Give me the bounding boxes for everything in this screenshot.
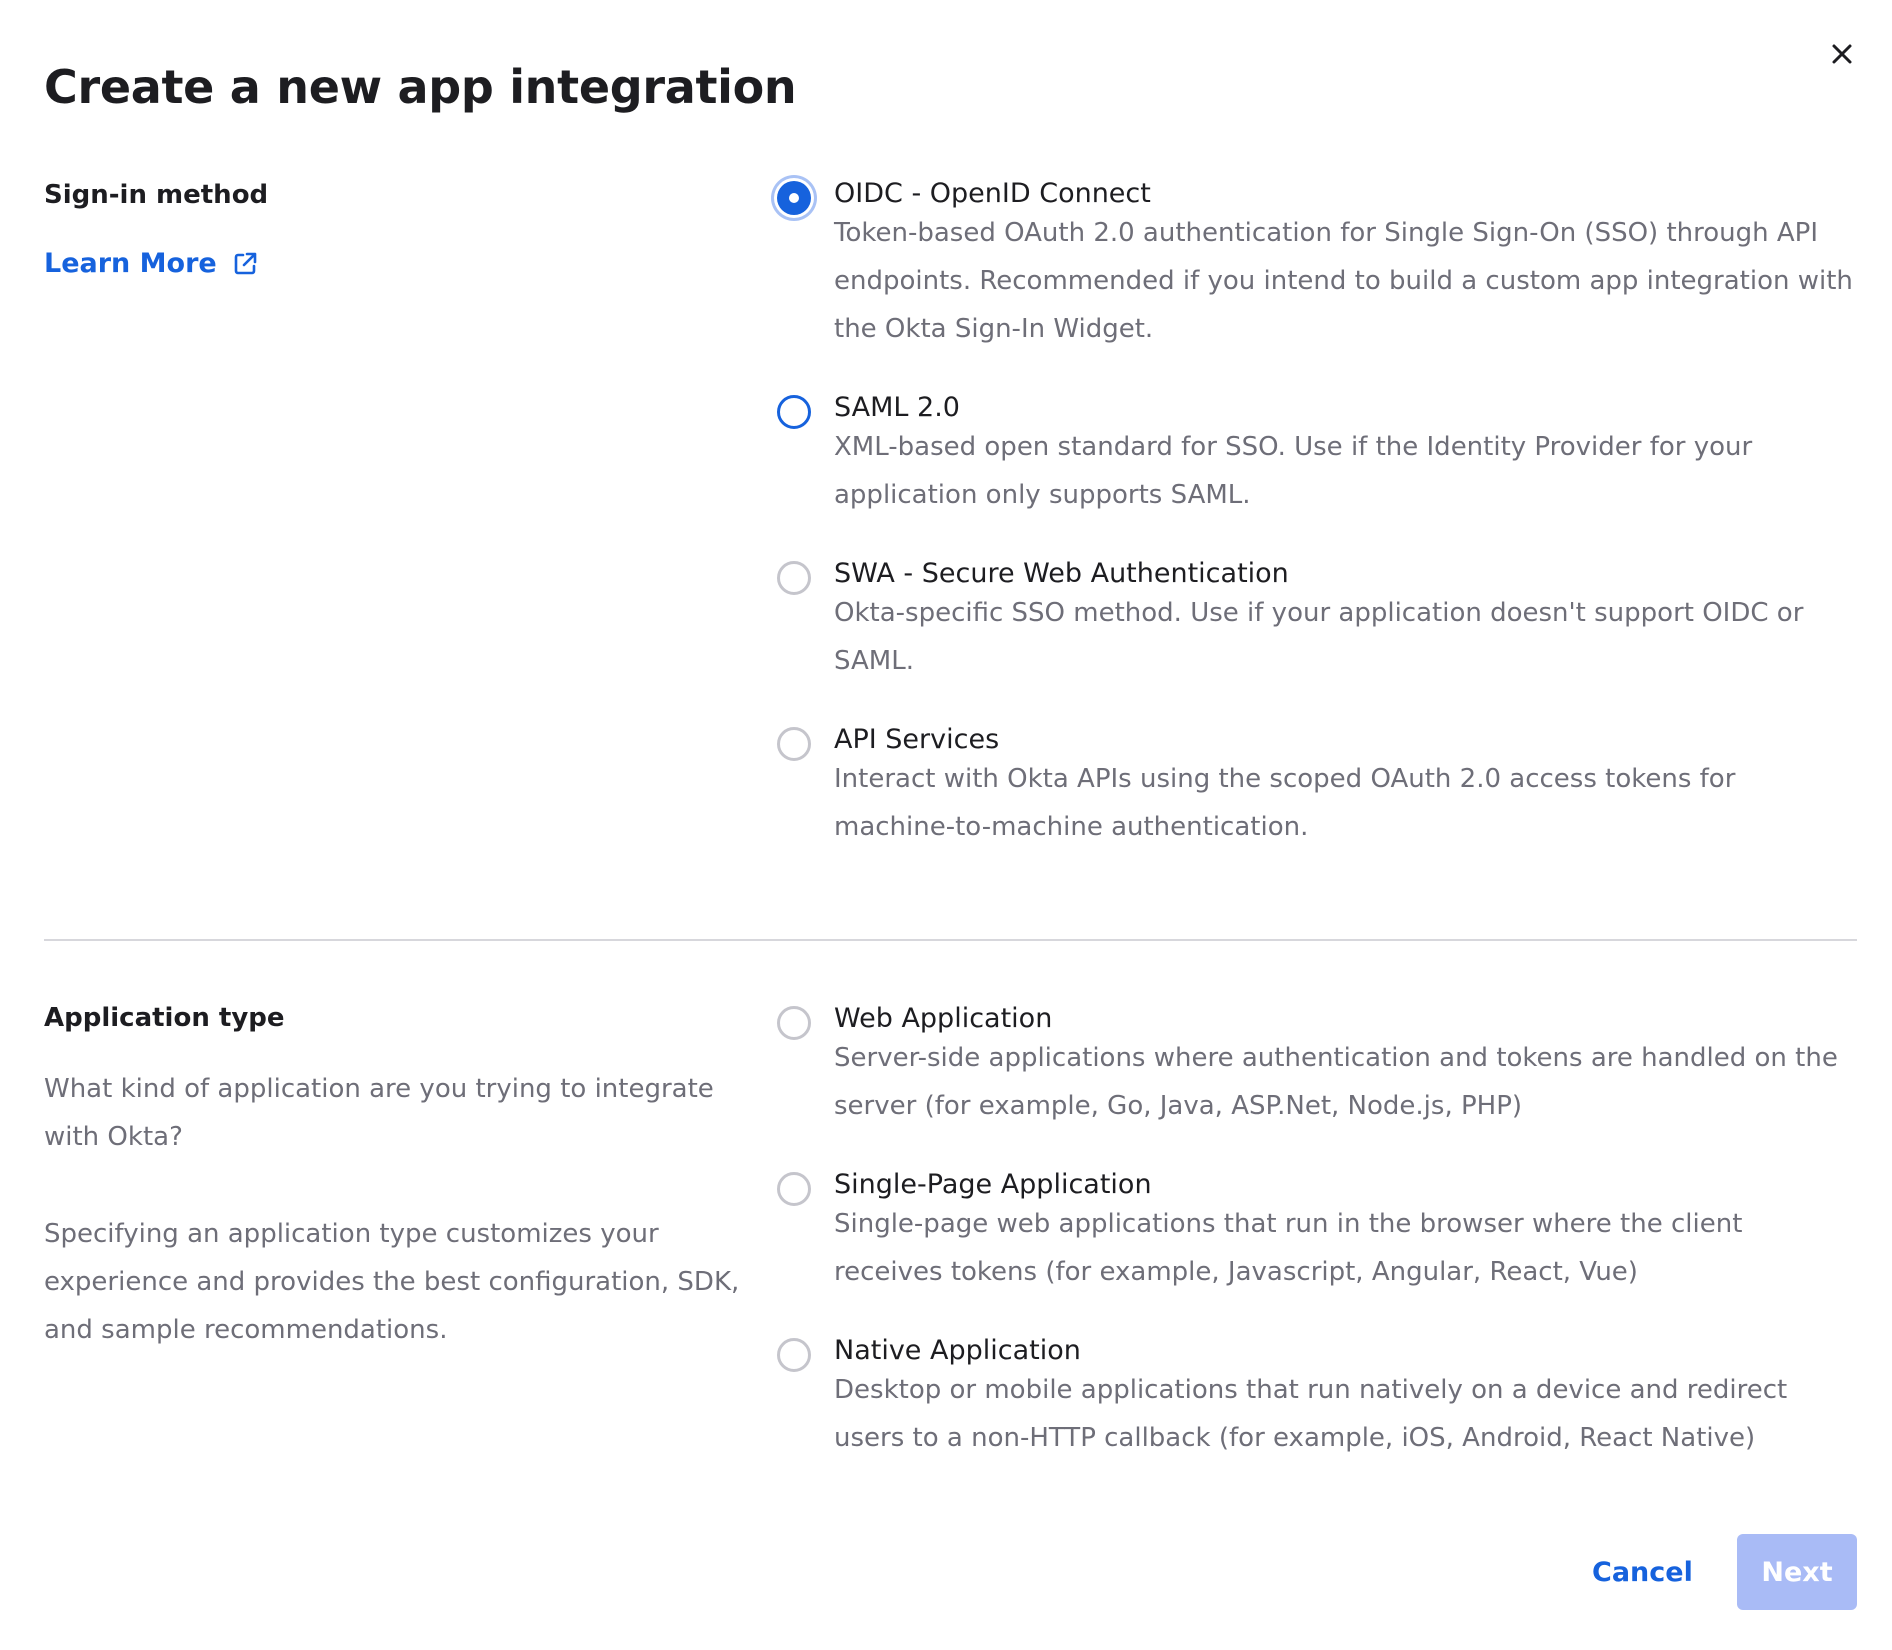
application-type-label: Application type	[44, 1003, 285, 1033]
learn-more-link[interactable]: Learn More	[44, 248, 259, 279]
option-description-api-services: Interact with Okta APIs using the scoped…	[834, 764, 1736, 842]
dialog-title: Create a new app integration	[44, 60, 797, 114]
option-description-saml: XML-based open standard for SSO. Use if …	[834, 432, 1753, 510]
radio-saml[interactable]	[777, 395, 811, 429]
cancel-button[interactable]: Cancel	[1592, 1536, 1693, 1608]
radio-single-page-application[interactable]	[777, 1172, 811, 1206]
radio-native-application[interactable]	[777, 1338, 811, 1372]
option-description-single-page-application: Single-page web applications that run in…	[834, 1209, 1743, 1287]
option-label-saml: SAML 2.0	[834, 392, 960, 423]
option-description-web-application: Server-side applications where authentic…	[834, 1043, 1838, 1121]
option-description-oidc: Token-based OAuth 2.0 authentication for…	[834, 218, 1853, 344]
application-type-question: What kind of application are you trying …	[44, 1074, 714, 1152]
learn-more-label: Learn More	[44, 248, 217, 279]
next-button[interactable]: Next	[1737, 1534, 1857, 1610]
application-type-help: Specifying an application type customize…	[44, 1219, 740, 1345]
create-app-integration-dialog: Create a new app integration Sign-in met…	[0, 0, 1892, 1650]
option-label-web-application: Web Application	[834, 1003, 1053, 1034]
option-description-native-application: Desktop or mobile applications that run …	[834, 1375, 1788, 1453]
close-icon[interactable]	[1824, 36, 1860, 72]
section-divider	[44, 939, 1857, 941]
option-label-api-services: API Services	[834, 724, 1000, 755]
option-label-oidc: OIDC - OpenID Connect	[834, 178, 1151, 209]
radio-oidc[interactable]	[777, 181, 811, 215]
option-label-single-page-application: Single-Page Application	[834, 1169, 1152, 1200]
radio-web-application[interactable]	[777, 1006, 811, 1040]
radio-swa[interactable]	[777, 561, 811, 595]
option-label-native-application: Native Application	[834, 1335, 1081, 1366]
sign-in-method-label: Sign-in method	[44, 180, 269, 210]
external-link-icon	[234, 252, 257, 274]
option-description-swa: Okta-specific SSO method. Use if your ap…	[834, 598, 1804, 676]
option-label-swa: SWA - Secure Web Authentication	[834, 558, 1289, 589]
radio-api-services[interactable]	[777, 727, 811, 761]
